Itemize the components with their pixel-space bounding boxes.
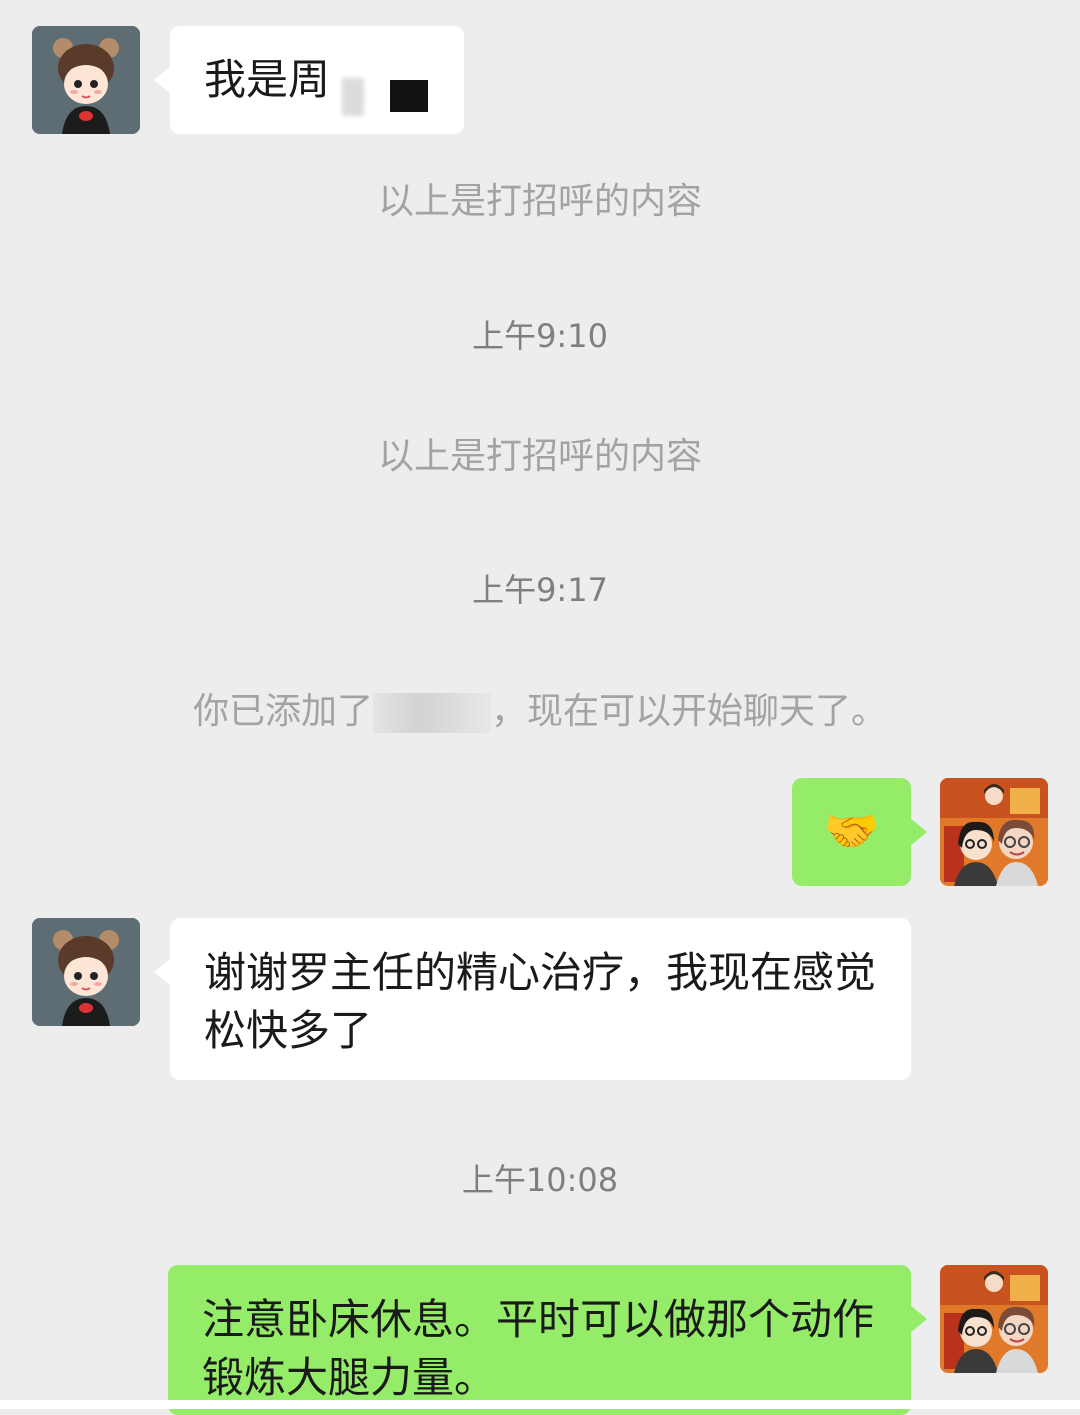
message-text: 谢谢罗主任的精心治疗，我现在感觉松快多了 bbox=[204, 948, 877, 1055]
redaction-blur bbox=[342, 78, 364, 116]
message-bubble-greeting[interactable]: 我是周 bbox=[154, 26, 464, 134]
bottom-edge bbox=[0, 1400, 1080, 1409]
my-avatar[interactable] bbox=[940, 778, 1048, 886]
timestamp: 上午9:17 bbox=[472, 571, 608, 609]
contact-avatar[interactable] bbox=[32, 918, 140, 1026]
redaction-block bbox=[390, 80, 428, 112]
timestamp: 上午10:08 bbox=[461, 1161, 619, 1199]
illustrated-couple-avatar-icon bbox=[940, 1265, 1048, 1373]
cartoon-girl-avatar-icon bbox=[32, 26, 140, 134]
illustrated-couple-avatar-icon bbox=[940, 778, 1048, 886]
handshake-icon: 🤝 bbox=[824, 806, 879, 857]
timestamp: 上午9:10 bbox=[472, 317, 608, 355]
redacted-contact-name bbox=[373, 693, 491, 733]
system-notice-greeting: 以上是打招呼的内容 bbox=[377, 181, 702, 222]
contact-avatar[interactable] bbox=[32, 26, 140, 134]
system-notice-friend-added: 你已添加了 ，现在可以开始聊天了。 bbox=[0, 690, 1080, 734]
my-avatar[interactable] bbox=[940, 1265, 1048, 1373]
message-text: 注意卧床休息。平时可以做那个动作锻炼大腿力量。 bbox=[202, 1295, 875, 1402]
system-notice-greeting: 以上是打招呼的内容 bbox=[377, 436, 702, 477]
friend-added-suffix: ，现在可以开始聊天了。 bbox=[491, 691, 888, 732]
message-text: 我是周 bbox=[204, 55, 331, 104]
cartoon-girl-avatar-icon bbox=[32, 918, 140, 1026]
message-bubble-advice[interactable]: 注意卧床休息。平时可以做那个动作锻炼大腿力量。 bbox=[168, 1265, 927, 1415]
message-bubble-handshake[interactable]: 🤝 bbox=[792, 778, 927, 886]
friend-added-prefix: 你已添加了 bbox=[192, 691, 373, 732]
message-bubble-thanks[interactable]: 谢谢罗主任的精心治疗，我现在感觉松快多了 bbox=[154, 918, 911, 1080]
